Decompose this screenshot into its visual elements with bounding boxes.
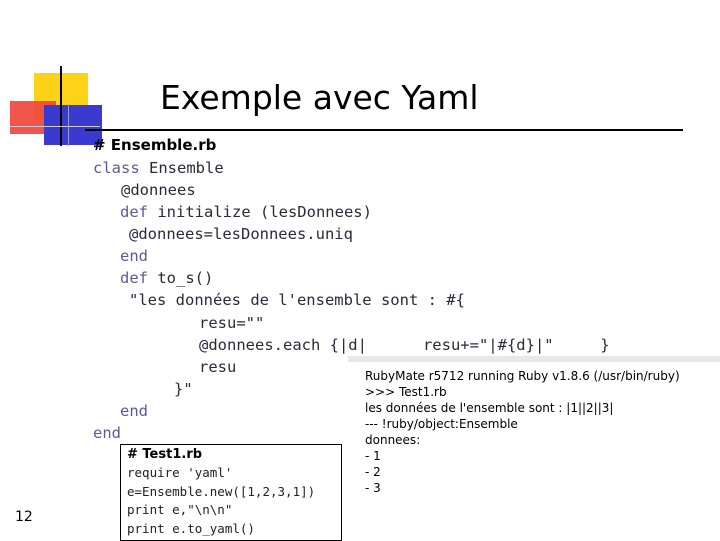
test1-line: e=Ensemble.new([1,2,3,1]) bbox=[127, 483, 316, 499]
keyword: def bbox=[120, 203, 148, 221]
code-line-11: }" bbox=[174, 380, 193, 398]
code-line-8: resu="" bbox=[199, 314, 265, 332]
file-header-ensemble: # Ensemble.rb bbox=[93, 136, 217, 154]
test1-code-box: # Test1.rb require 'yaml' e=Ensemble.new… bbox=[120, 444, 342, 541]
test1-line: print e.to_yaml() bbox=[127, 520, 255, 536]
code-line-5: end bbox=[120, 247, 148, 265]
test1-line: print e,"\n\n" bbox=[127, 502, 233, 518]
code-line-12: end bbox=[120, 402, 148, 420]
code-text: Ensemble bbox=[139, 159, 224, 177]
code-line-6: def to_s() bbox=[120, 267, 213, 289]
code-line-4: @donnees=lesDonnees.uniq bbox=[129, 225, 353, 243]
keyword: def bbox=[120, 269, 148, 287]
logo-horizontal-line bbox=[10, 126, 100, 127]
code-line-10: resu bbox=[199, 358, 237, 376]
code-line-13: end bbox=[93, 424, 121, 442]
logo-vertical-line-light bbox=[68, 104, 69, 146]
code-line-1: class Ensemble bbox=[93, 157, 224, 179]
console-line: --- !ruby/object:Ensemble bbox=[365, 417, 518, 431]
code-line-3: def initialize (lesDonnees) bbox=[120, 201, 372, 223]
console-line: RubyMate r5712 running Ruby v1.8.6 (/usr… bbox=[365, 369, 680, 383]
logo-vertical-line bbox=[60, 66, 62, 146]
code-line-9: @donnees.each {|d| resu+="|#{d}|" } bbox=[199, 336, 610, 354]
console-line: - 2 bbox=[365, 465, 381, 479]
keyword: class bbox=[93, 159, 140, 177]
console-line: donnees: bbox=[365, 433, 421, 447]
test1-line: require 'yaml' bbox=[127, 465, 233, 480]
console-line: les données de l'ensemble sont : |1||2||… bbox=[365, 401, 614, 415]
slide-title: Exemple avec Yaml bbox=[160, 78, 479, 117]
page-number: 12 bbox=[15, 509, 33, 525]
console-output-area: RubyMate r5712 running Ruby v1.8.6 (/usr… bbox=[348, 362, 720, 540]
console-line: >>> Test1.rb bbox=[365, 385, 447, 399]
code-text: initialize (lesDonnees) bbox=[148, 203, 372, 221]
console-line: - 3 bbox=[365, 481, 381, 495]
code-line-7: "les données de l'ensemble sont : #{ bbox=[129, 291, 465, 309]
code-line-2: @donnees bbox=[121, 181, 196, 199]
code-text: to_s() bbox=[148, 269, 214, 287]
console-output-window: RubyMate r5712 running Ruby v1.8.6 (/usr… bbox=[348, 356, 720, 540]
console-line: - 1 bbox=[365, 449, 381, 463]
title-underline bbox=[85, 129, 683, 131]
file-header-test1: # Test1.rb bbox=[127, 447, 203, 462]
